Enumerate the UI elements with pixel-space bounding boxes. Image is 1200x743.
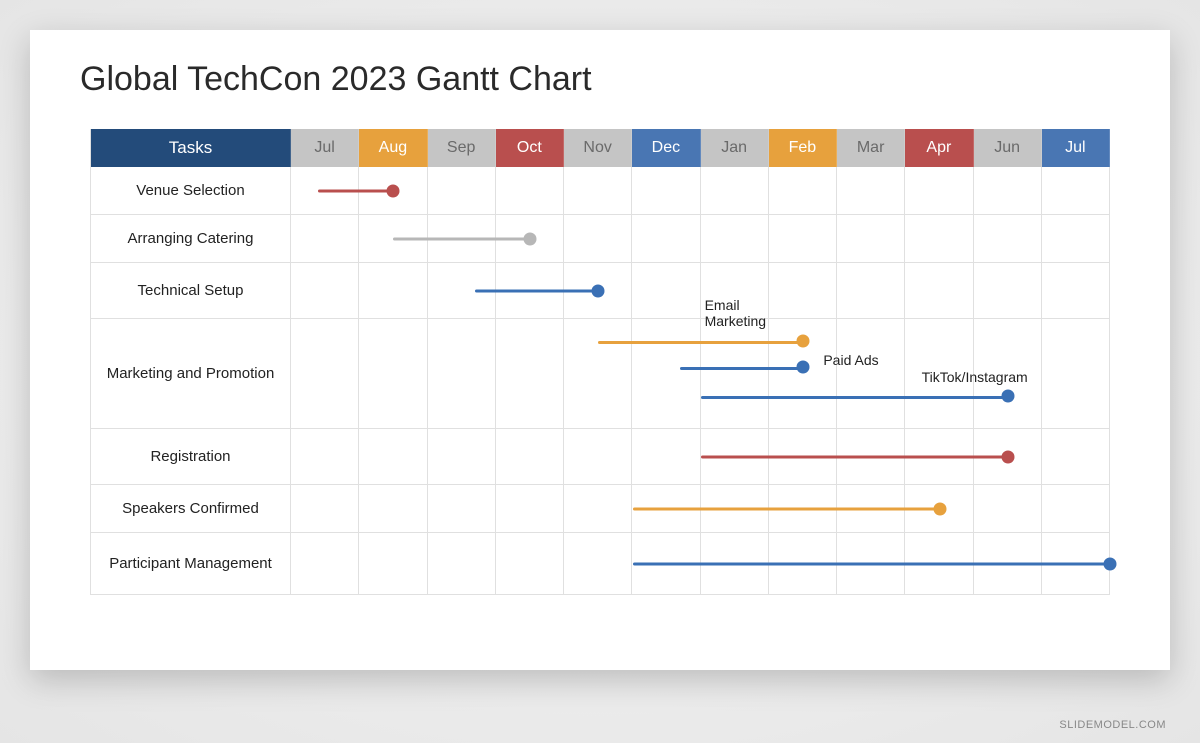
header-month-jul: Jul — [291, 129, 359, 167]
gantt-bar — [701, 396, 1008, 399]
gantt-bar — [318, 190, 393, 193]
task-label-arranging-catering: Arranging Catering — [91, 215, 291, 263]
task-label-registration: Registration — [91, 429, 291, 485]
gantt-end-dot — [796, 335, 809, 348]
header-month-jul2: Jul — [1042, 129, 1110, 167]
watermark: SLIDEMODEL.COM — [1059, 719, 1166, 731]
gantt-end-dot — [1001, 451, 1014, 464]
gantt-bar — [701, 456, 1008, 459]
header-month-sep: Sep — [428, 129, 496, 167]
gantt-bar — [633, 508, 940, 511]
header-month-jan: Jan — [701, 129, 769, 167]
header-month-apr: Apr — [905, 129, 973, 167]
task-label-marketing-promotion: Marketing and Promotion — [91, 319, 291, 429]
gantt-bar — [633, 563, 1110, 566]
annotation-tiktok-instagram: TikTok/Instagram — [922, 369, 1028, 385]
task-label-participant-management: Participant Management — [91, 533, 291, 595]
gantt-chart: Tasks Jul Aug Sep Oct Nov Dec Jan Feb Ma… — [90, 129, 1110, 595]
gantt-end-dot — [1001, 390, 1014, 403]
header-month-dec: Dec — [632, 129, 700, 167]
gantt-end-dot — [933, 503, 946, 516]
gantt-end-dot — [796, 361, 809, 374]
gantt-end-dot — [1104, 558, 1117, 571]
task-label-venue-selection: Venue Selection — [91, 167, 291, 215]
header-month-aug: Aug — [359, 129, 427, 167]
header-month-mar: Mar — [837, 129, 905, 167]
header-month-feb: Feb — [769, 129, 837, 167]
gantt-end-dot — [592, 285, 605, 298]
annotation-paid-ads: Paid Ads — [823, 352, 878, 368]
slide: Global TechCon 2023 Gantt Chart Tasks Ju… — [30, 30, 1170, 670]
gantt-end-dot — [524, 233, 537, 246]
gantt-end-dot — [387, 185, 400, 198]
gantt-bar — [475, 290, 598, 293]
header-month-jun: Jun — [974, 129, 1042, 167]
gantt-bar — [393, 238, 530, 241]
chart-title: Global TechCon 2023 Gantt Chart — [80, 60, 1110, 99]
header-tasks: Tasks — [91, 129, 291, 167]
gantt-bar — [680, 367, 803, 370]
task-label-technical-setup: Technical Setup — [91, 263, 291, 319]
gantt-bar — [598, 341, 803, 344]
header-month-oct: Oct — [496, 129, 564, 167]
task-label-speakers-confirmed: Speakers Confirmed — [91, 485, 291, 533]
header-month-nov: Nov — [564, 129, 632, 167]
